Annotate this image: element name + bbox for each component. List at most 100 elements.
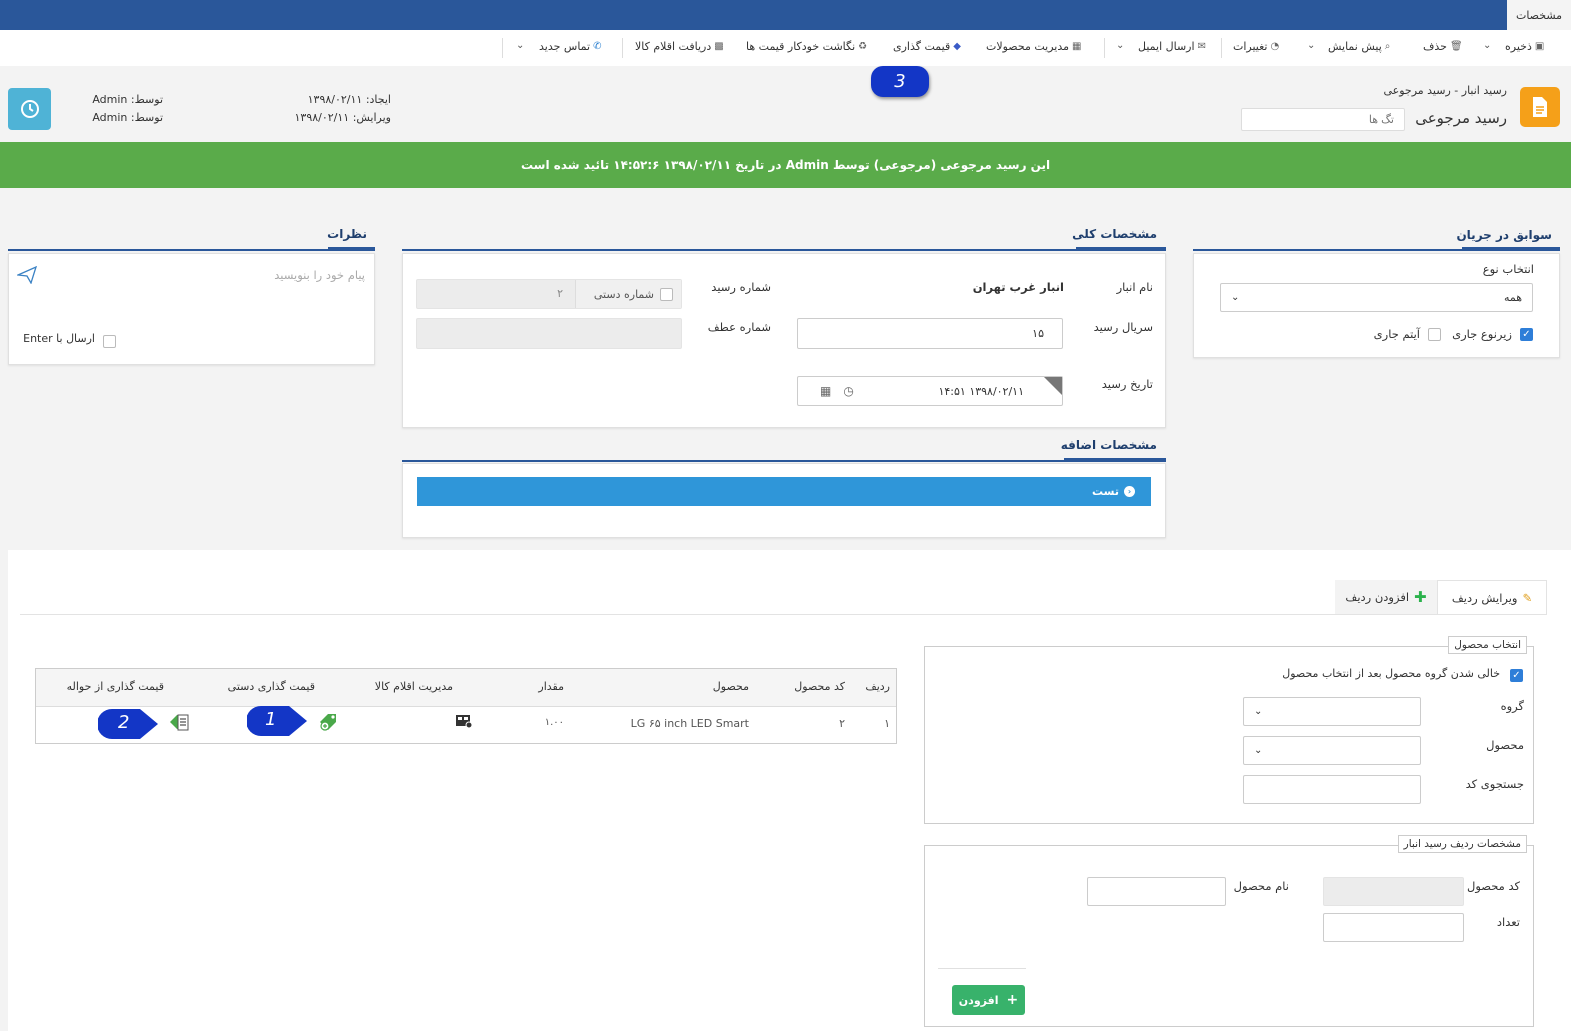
document-icon	[1520, 87, 1560, 127]
column-header-product[interactable]: محصول	[713, 680, 749, 693]
product-label: محصول	[1486, 738, 1524, 752]
comments-section-title[interactable]: نظرات	[327, 227, 367, 241]
clock-icon[interactable]: ◷	[843, 384, 853, 398]
annotation-badge-2: 2	[97, 707, 160, 744]
section-title-underline	[328, 247, 375, 250]
receive-items-button[interactable]: ▩ دریافت اقلام کالا	[635, 40, 724, 53]
email-dropdown-chevron-icon[interactable]: ⌄	[1116, 40, 1124, 51]
calendar-icon[interactable]: ▦	[820, 384, 831, 398]
tab-add-row[interactable]: ✚ افزودن ردیف	[1335, 580, 1437, 614]
column-header-row[interactable]: ردیف	[865, 680, 890, 693]
corner-fold-icon	[1044, 377, 1062, 395]
contact-dropdown-chevron-icon[interactable]: ⌄	[516, 40, 524, 51]
auto-pricing-button[interactable]: ♻ نگاشت خودکار قیمت ها	[746, 40, 867, 53]
column-header-manual-pricing[interactable]: قیمت گذاری دستی	[228, 680, 315, 693]
cell-quantity: ۱.۰۰	[544, 717, 564, 728]
created-by-info: توسط: Admin	[92, 93, 163, 106]
clear-group-checkbox[interactable]: ✓	[1510, 669, 1523, 682]
section-divider	[402, 460, 1166, 462]
code-search-input[interactable]	[1243, 775, 1421, 804]
serial-input[interactable]: ۱۵	[797, 318, 1063, 349]
tab-specs[interactable]: مشخصات	[1507, 0, 1571, 30]
products-icon: ▦	[1072, 41, 1082, 52]
cell-product: LG ۶۵ inch LED Smart	[630, 717, 749, 730]
manual-number-checkbox[interactable]	[660, 287, 673, 301]
annotation-badge-1: 1	[246, 704, 309, 741]
pricing-button[interactable]: ◆ قیمت گذاری	[893, 40, 961, 53]
top-bar	[0, 0, 1571, 30]
annotation-badge-3: 3	[871, 66, 929, 97]
reference-number-field	[416, 318, 682, 349]
preview-button[interactable]: ⌕ پیش نمایش	[1328, 40, 1390, 53]
new-contact-button[interactable]: ✆ تماس جدید	[539, 40, 602, 53]
row-details-legend: مشخصات ردیف رسید انبار	[1397, 835, 1527, 853]
product-name-field[interactable]	[1087, 877, 1226, 906]
add-row-button[interactable]: + افزودن	[952, 985, 1025, 1015]
group-select[interactable]: ⌄	[1243, 697, 1421, 726]
mail-icon: ✉	[1197, 41, 1206, 52]
tabs-divider	[20, 614, 1547, 615]
clear-group-label: خالی شدن گروه محصول بعد از انتخاب محصول	[1282, 667, 1500, 680]
general-section-title[interactable]: مشخصات کلی	[1072, 227, 1157, 241]
extra-section-title[interactable]: مشخصات اضافه	[1061, 438, 1157, 452]
transfer-pricing-icon[interactable]	[168, 711, 190, 736]
breadcrumb-warehouse-receipt[interactable]: رسید انبار	[1462, 84, 1507, 97]
preview-dropdown-chevron-icon[interactable]: ⌄	[1307, 40, 1315, 51]
product-select[interactable]: ⌄	[1243, 736, 1421, 765]
edit-icon: ✎	[1522, 590, 1533, 605]
preview-icon: ⌕	[1384, 41, 1391, 52]
product-management-button[interactable]: ▦ مدیریت محصولات	[986, 40, 1081, 53]
type-select[interactable]: همه ⌄	[1220, 283, 1533, 312]
code-search-label: جستجوی کد	[1465, 777, 1524, 791]
section-title-underline	[1462, 247, 1560, 250]
toolbar-divider	[1221, 38, 1222, 58]
product-code-field	[1323, 877, 1464, 906]
send-email-button[interactable]: ✉ ارسال ایمیل	[1138, 40, 1206, 53]
table-header	[36, 669, 896, 707]
chevron-down-icon: ⌄	[1231, 292, 1240, 303]
column-header-quantity[interactable]: مقدار	[538, 680, 564, 693]
tab-edit-row[interactable]: ✎ ویرایش ردیف	[1437, 580, 1547, 614]
current-item-checkbox[interactable]	[1428, 328, 1441, 341]
chevron-down-icon: ⌄	[1254, 706, 1263, 717]
select-product-legend: انتخاب محصول	[1448, 636, 1527, 654]
current-subtype-checkbox[interactable]: ✓	[1520, 328, 1533, 341]
tags-input[interactable]	[1241, 108, 1405, 131]
reference-number-label: شماره عطف	[707, 320, 771, 334]
receipt-number-label: شماره رسید	[711, 280, 771, 294]
section-title-underline	[1076, 247, 1166, 250]
edited-by-info: توسط: Admin	[92, 111, 163, 124]
send-with-enter-label: ارسال با Enter	[23, 332, 95, 345]
manual-pricing-icon[interactable]	[317, 711, 339, 736]
edited-info: ویرایش: ۱۳۹۸/۰۲/۱۱	[294, 111, 391, 124]
changes-button[interactable]: ◔ تغییرات	[1233, 40, 1279, 53]
column-header-transfer-pricing[interactable]: قیمت گذاری از حواله	[67, 680, 164, 693]
send-with-enter-checkbox[interactable]	[103, 335, 116, 348]
cell-code: ۲	[839, 717, 845, 730]
comment-input[interactable]: پیام خود را بنویسید	[274, 268, 365, 282]
history-icon: ◔	[1270, 41, 1280, 52]
column-header-items-management[interactable]: مدیریت اقلام کالا	[375, 680, 453, 693]
clock-icon[interactable]	[8, 88, 51, 130]
serial-label: سریال رسید	[1093, 320, 1153, 334]
created-info: ایجاد: ۱۳۹۸/۰۲/۱۱	[307, 93, 391, 106]
save-button[interactable]: ▣ ذخیره	[1505, 40, 1544, 53]
items-management-icon[interactable]	[455, 713, 473, 732]
quantity-input[interactable]	[1323, 913, 1464, 942]
workflow-section-title[interactable]: سوابق در جریان	[1456, 228, 1552, 242]
column-header-code[interactable]: کد محصول	[794, 680, 845, 693]
delete-button[interactable]: 🗑 حذف	[1423, 40, 1463, 53]
section-title-underline	[1064, 458, 1166, 461]
warehouse-value: انبار غرب تهران	[972, 280, 1064, 294]
receipt-date-input[interactable]: ۱۳۹۸/۰۲/۱۱ ۱۴:۵۱ ◷ ▦	[797, 376, 1063, 406]
save-dropdown-chevron-icon[interactable]: ⌄	[1483, 40, 1491, 51]
chevron-circle-icon: ‹	[1124, 486, 1135, 497]
product-name-label: نام محصول	[1233, 879, 1289, 893]
quantity-label: تعداد	[1496, 915, 1520, 929]
save-icon: ▣	[1534, 41, 1545, 52]
manual-number-toggle[interactable]: شماره دستی	[575, 280, 681, 308]
button-divider	[938, 968, 1026, 969]
phone-icon: ✆	[593, 41, 602, 52]
send-icon[interactable]	[15, 265, 38, 287]
extra-group-bar[interactable]: ‹ تست	[417, 477, 1151, 506]
